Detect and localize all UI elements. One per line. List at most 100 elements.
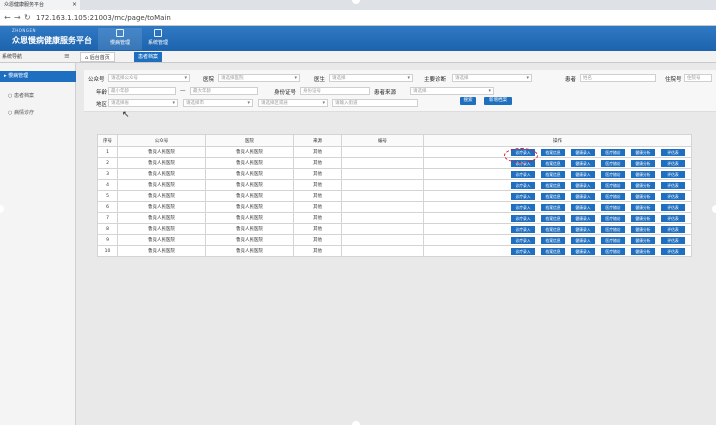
op-button-2[interactable]: 健康录入 — [571, 214, 595, 222]
op-button-3[interactable]: 医疗随访 — [601, 214, 625, 222]
source-select[interactable]: 请选择 ▾ — [410, 87, 494, 95]
age-min-input[interactable]: 最小年龄 — [108, 87, 176, 95]
op-button-3[interactable]: 医疗随访 — [601, 247, 625, 255]
add-record-button[interactable]: 新增档案 — [484, 97, 512, 105]
op-button-5[interactable]: 评估表 — [661, 170, 685, 178]
op-button-5[interactable]: 评估表 — [661, 247, 685, 255]
op-button-2[interactable]: 健康录入 — [571, 148, 595, 156]
op-button-0[interactable]: 诊疗录入 — [511, 247, 535, 255]
op-button-4[interactable]: 健康分析 — [631, 192, 655, 200]
province-select[interactable]: 请选择省 ▾ — [108, 99, 178, 107]
op-button-1[interactable]: 档案信息 — [541, 247, 565, 255]
row-operations: 诊疗录入 档案信息 健康录入 医疗随访 健康分析 评估表 — [423, 212, 692, 224]
row-number: 2 — [97, 157, 118, 169]
age-max-placeholder: 最大年龄 — [193, 89, 211, 94]
op-button-0[interactable]: 诊疗录入 — [511, 181, 535, 189]
op-button-1[interactable]: 档案信息 — [541, 236, 565, 244]
search-button[interactable]: 搜索 — [460, 97, 476, 105]
op-button-1[interactable]: 档案信息 — [541, 225, 565, 233]
diagnosis-select[interactable]: 请选择 ▾ — [452, 74, 532, 82]
row-operations: 诊疗录入 档案信息 健康录入 医疗随访 健康分析 评估表 — [423, 146, 692, 158]
op-button-4[interactable]: 健康分析 — [631, 170, 655, 178]
op-button-2[interactable]: 健康录入 — [571, 247, 595, 255]
patient-name-input[interactable]: 姓名 — [580, 74, 656, 82]
crop-handle[interactable] — [712, 205, 716, 213]
column-header: 来源 — [293, 134, 342, 147]
op-button-2[interactable]: 健康录入 — [571, 203, 595, 211]
op-button-1[interactable]: 档案信息 — [541, 181, 565, 189]
op-button-1[interactable]: 档案信息 — [541, 214, 565, 222]
row-number: 10 — [97, 245, 118, 257]
op-button-2[interactable]: 健康录入 — [571, 192, 595, 200]
op-button-3[interactable]: 医疗随访 — [601, 203, 625, 211]
op-button-0[interactable]: 诊疗录入 — [511, 192, 535, 200]
idcard-input[interactable]: 身份证号 — [300, 87, 370, 95]
app-logo: 众恩慢病健康服务平台 — [12, 36, 92, 45]
op-button-3[interactable]: 医疗随访 — [601, 181, 625, 189]
op-button-0[interactable]: 诊疗录入 — [511, 203, 535, 211]
op-button-0[interactable]: 诊疗录入 — [511, 170, 535, 178]
header-nav-system[interactable]: 系统管理 — [136, 28, 180, 50]
op-button-4[interactable]: 健康分析 — [631, 247, 655, 255]
op-button-4[interactable]: 健康分析 — [631, 181, 655, 189]
op-button-2[interactable]: 健康录入 — [571, 159, 595, 167]
op-button-5[interactable]: 评估表 — [661, 236, 685, 244]
district-select[interactable]: 请选择区或县 ▾ — [258, 99, 328, 107]
op-button-5[interactable]: 评估表 — [661, 181, 685, 189]
op-button-5[interactable]: 评估表 — [661, 192, 685, 200]
op-button-1[interactable]: 档案信息 — [541, 192, 565, 200]
patient-label: 患者 — [565, 77, 577, 83]
op-button-4[interactable]: 健康分析 — [631, 236, 655, 244]
op-button-3[interactable]: 医疗随访 — [601, 159, 625, 167]
op-button-1[interactable]: 档案信息 — [541, 148, 565, 156]
op-button-3[interactable]: 医疗随访 — [601, 148, 625, 156]
reload-icon[interactable]: ↻ — [24, 13, 31, 23]
op-button-5[interactable]: 评估表 — [661, 203, 685, 211]
op-button-2[interactable]: 健康录入 — [571, 181, 595, 189]
op-button-1[interactable]: 档案信息 — [541, 159, 565, 167]
op-button-2[interactable]: 健康录入 — [571, 236, 595, 244]
op-button-1[interactable]: 档案信息 — [541, 203, 565, 211]
op-button-4[interactable]: 健康分析 — [631, 225, 655, 233]
op-button-2[interactable]: 健康录入 — [571, 170, 595, 178]
sidebar-group-chronic[interactable]: ▸ 慢病管理 — [0, 71, 76, 82]
op-button-0[interactable]: 诊疗录入 — [511, 225, 535, 233]
city-select[interactable]: 请选择市 ▾ — [183, 99, 253, 107]
op-button-1[interactable]: 档案信息 — [541, 170, 565, 178]
op-button-3[interactable]: 医疗随访 — [601, 236, 625, 244]
crop-handle[interactable] — [352, 421, 360, 425]
url-field[interactable]: 172.163.1.105:21003/mc/page/toMain — [36, 13, 171, 23]
tab-patient-records[interactable]: 患者档案 — [134, 52, 163, 62]
company-select[interactable]: 请选择公众号 ▾ — [108, 74, 190, 82]
row-operations: 诊疗录入 档案信息 健康录入 医疗随访 健康分析 评估表 — [423, 179, 692, 191]
op-button-3[interactable]: 医疗随访 — [601, 170, 625, 178]
op-button-5[interactable]: 评估表 — [661, 225, 685, 233]
back-icon[interactable]: ← — [4, 13, 11, 23]
op-button-0[interactable]: 诊疗录入 — [511, 214, 535, 222]
sidebar-item-diagnosis[interactable]: ○ 病情诊疗 — [8, 109, 34, 116]
op-button-3[interactable]: 医疗随访 — [601, 225, 625, 233]
op-button-5[interactable]: 评估表 — [661, 159, 685, 167]
op-button-4[interactable]: 健康分析 — [631, 148, 655, 156]
row-code — [341, 223, 424, 235]
street-input[interactable]: 请输入街道 — [332, 99, 418, 107]
sidebar-item-patient-records[interactable]: ○ 患者档案 — [8, 92, 34, 99]
op-button-5[interactable]: 评估表 — [661, 214, 685, 222]
op-button-4[interactable]: 健康分析 — [631, 214, 655, 222]
browser-tab[interactable]: 众恩健康服务平台 × — [0, 0, 80, 10]
forward-icon[interactable]: → — [14, 13, 21, 23]
op-button-3[interactable]: 医疗随访 — [601, 192, 625, 200]
op-button-4[interactable]: 健康分析 — [631, 203, 655, 211]
inpatient-no-input[interactable]: 住院号 — [684, 74, 712, 82]
doctor-select[interactable]: 请选择 ▾ — [329, 74, 413, 82]
close-icon[interactable]: × — [72, 0, 77, 10]
hospital-select[interactable]: 请选择医院 ▾ — [218, 74, 300, 82]
op-button-2[interactable]: 健康录入 — [571, 225, 595, 233]
op-button-0[interactable]: 诊疗录入 — [511, 236, 535, 244]
tab-home[interactable]: ⌂ 后台首页 — [80, 52, 115, 62]
menu-toggle-icon[interactable]: ≡ — [64, 53, 70, 60]
age-max-input[interactable]: 最大年龄 — [190, 87, 258, 95]
op-button-5[interactable]: 评估表 — [661, 148, 685, 156]
row-code — [341, 201, 424, 213]
op-button-4[interactable]: 健康分析 — [631, 159, 655, 167]
